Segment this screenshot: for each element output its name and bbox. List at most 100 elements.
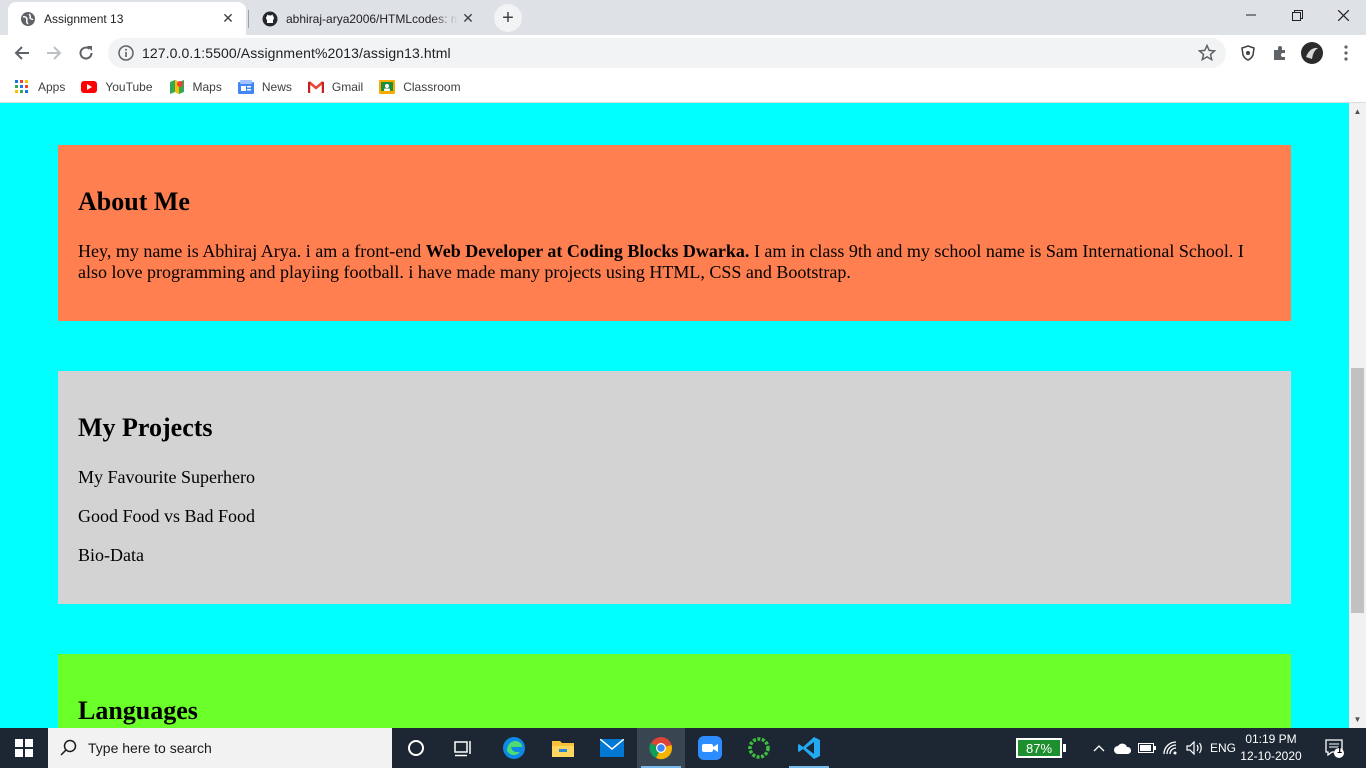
close-window-button[interactable] [1320, 0, 1366, 30]
about-me-section: About Me Hey, my name is Abhiraj Arya. i… [58, 145, 1291, 321]
my-projects-section: My Projects My Favourite Superhero Good … [58, 371, 1291, 604]
back-arrow-icon [14, 46, 29, 60]
show-hidden-icons-chevron-icon[interactable] [1090, 728, 1108, 768]
profile-avatar[interactable] [1300, 41, 1324, 65]
taskbar-app-green[interactable] [735, 728, 783, 768]
taskbar-search-box[interactable]: Type here to search [48, 728, 392, 768]
page-viewport: About Me Hey, my name is Abhiraj Arya. i… [0, 103, 1349, 728]
url-text: 127.0.0.1:5500/Assignment%2013/assign13.… [142, 45, 451, 61]
cortana-icon [408, 740, 424, 756]
green-ring-app-icon [748, 737, 770, 759]
notification-count: 1 [1337, 745, 1343, 755]
windows-logo-icon [15, 739, 33, 757]
taskbar-vscode[interactable] [785, 728, 833, 768]
scroll-down-arrow-icon[interactable]: ▼ [1349, 711, 1366, 728]
page-scrollbar[interactable]: ▲ ▼ [1349, 103, 1366, 728]
taskbar-zoom[interactable] [686, 728, 734, 768]
input-language-indicator[interactable]: ENG [1208, 728, 1238, 768]
bookmark-youtube[interactable]: YouTube [81, 79, 153, 95]
minimize-icon [1246, 14, 1256, 16]
info-icon [118, 45, 134, 61]
action-center-button[interactable]: 1 [1318, 728, 1350, 768]
close-icon [1337, 9, 1349, 21]
scroll-up-arrow-icon[interactable]: ▲ [1349, 103, 1366, 120]
taskbar-chrome[interactable] [637, 728, 685, 768]
tab-assignment-13[interactable]: Assignment 13 ✕ [8, 2, 246, 35]
vscode-icon [798, 737, 820, 759]
search-icon [60, 739, 77, 756]
restore-button[interactable] [1274, 0, 1320, 30]
zoom-icon [698, 736, 722, 760]
forward-button[interactable] [38, 37, 70, 69]
about-me-text: Hey, my name is Abhiraj Arya. i am a fro… [78, 241, 1271, 283]
reload-button[interactable] [70, 37, 102, 69]
gmail-icon [307, 79, 324, 95]
extensions-puzzle-icon[interactable] [1268, 41, 1292, 65]
clock-time: 01:19 PM [1245, 732, 1297, 746]
forward-arrow-icon [47, 46, 62, 60]
bookmark-gmail[interactable]: Gmail [307, 79, 364, 95]
bookmark-label: Gmail [331, 79, 364, 94]
project-item: Good Food vs Bad Food [78, 506, 256, 526]
taskbar-mail[interactable] [588, 728, 636, 768]
reload-icon [79, 46, 93, 60]
battery-icon[interactable] [1136, 728, 1158, 768]
menu-dots-icon[interactable] [1334, 41, 1358, 65]
languages-heading: Languages [78, 696, 198, 725]
bookmark-classroom[interactable]: Classroom [379, 79, 461, 95]
minimize-button[interactable] [1228, 0, 1274, 30]
youtube-icon [81, 79, 98, 95]
taskbar-edge[interactable] [490, 728, 538, 768]
languages-section: Languages [58, 654, 1291, 728]
edge-icon [503, 737, 525, 759]
bookmark-label: Classroom [403, 79, 461, 94]
close-tab-icon[interactable]: ✕ [458, 9, 478, 29]
bookmarks-bar: Apps YouTube Maps News Gmail Classroom [0, 71, 1366, 103]
bookmark-star-icon[interactable] [1198, 44, 1216, 62]
bookmark-label: Apps [38, 79, 66, 94]
globe-icon [21, 11, 35, 26]
start-button[interactable] [0, 728, 48, 768]
bookmark-label: YouTube [105, 79, 153, 94]
classroom-icon [379, 79, 396, 95]
wifi-icon[interactable] [1160, 728, 1182, 768]
project-item: My Favourite Superhero [78, 467, 255, 487]
cortana-button[interactable] [392, 728, 440, 768]
about-me-heading: About Me [78, 187, 190, 216]
bookmark-apps[interactable]: Apps [14, 79, 65, 95]
taskbar-file-explorer[interactable] [539, 728, 587, 768]
folder-icon [552, 741, 574, 757]
news-icon [237, 79, 254, 95]
address-bar[interactable]: 127.0.0.1:5500/Assignment%2013/assign13.… [108, 38, 1226, 68]
task-view-button[interactable] [440, 728, 488, 768]
tab-separator [248, 10, 249, 28]
bookmark-label: Maps [192, 79, 222, 94]
bookmark-news[interactable]: News [237, 79, 292, 95]
mail-icon [600, 739, 624, 757]
bookmark-label: News [261, 79, 292, 94]
system-clock[interactable]: 01:19 PM 12-10-2020 [1240, 731, 1302, 765]
battery-percentage-widget[interactable]: 87% [1016, 738, 1066, 758]
chrome-icon [649, 737, 672, 760]
clock-date: 12-10-2020 [1240, 749, 1302, 763]
new-tab-button[interactable]: + [494, 4, 522, 32]
close-tab-icon[interactable]: ✕ [218, 9, 238, 29]
tab-strip: Assignment 13 ✕ abhiraj-arya2006/HTMLcod… [0, 0, 1366, 35]
tab-title: abhiraj-arya2006/HTMLcodes: my [286, 11, 458, 26]
bookmark-maps[interactable]: Maps [169, 79, 222, 95]
my-projects-heading: My Projects [78, 413, 213, 442]
about-text-start: Hey, my name is Abhiraj Arya. i am a fro… [78, 241, 426, 261]
extension-shield-icon[interactable] [1236, 41, 1260, 65]
windows-taskbar: Type here to search 87% ENG 01:19 PM 12-… [0, 728, 1366, 768]
onedrive-cloud-icon[interactable] [1112, 728, 1134, 768]
tab-title: Assignment 13 [44, 11, 124, 26]
maps-icon [169, 79, 185, 95]
volume-icon[interactable] [1184, 728, 1206, 768]
task-view-icon [454, 741, 471, 757]
browser-toolbar: 127.0.0.1:5500/Assignment%2013/assign13.… [0, 35, 1366, 71]
tab-github[interactable]: abhiraj-arya2006/HTMLcodes: my ✕ [250, 2, 486, 35]
apps-grid-icon [14, 79, 30, 95]
scrollbar-thumb[interactable] [1351, 368, 1364, 613]
restore-icon [1291, 9, 1303, 21]
back-button[interactable] [6, 37, 38, 69]
